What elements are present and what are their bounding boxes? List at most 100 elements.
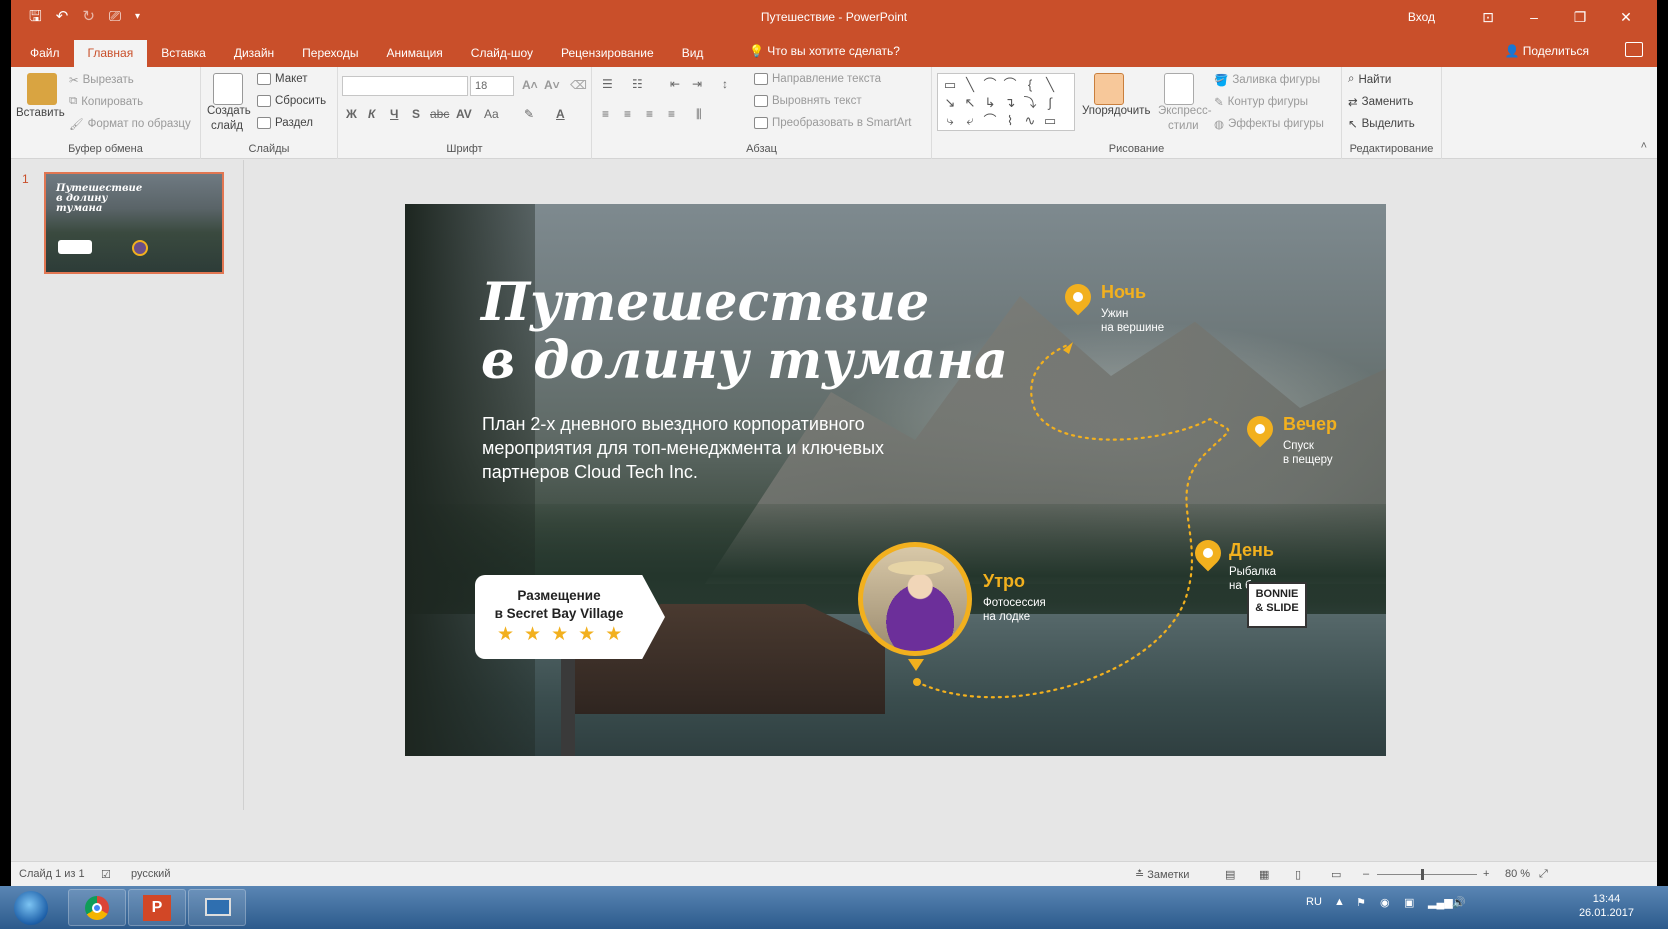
bullets-icon[interactable]: ☰ [602,77,613,91]
volume-icon[interactable]: 🔊 [1452,896,1466,909]
start-button-icon[interactable] [14,891,48,925]
shape-connector-icon[interactable]: ⤷ [940,112,960,130]
replace-button[interactable]: ⇄ Заменить [1348,95,1413,109]
align-right-icon[interactable]: ≡ [646,107,653,121]
increase-indent-icon[interactable]: ⇥ [692,77,702,91]
sorter-view-icon[interactable]: ▦ [1259,868,1269,881]
slide-title[interactable]: Путешествие в долину тумана [481,274,1008,390]
quick-styles-button[interactable]: Экспресс- [1158,105,1212,117]
tab-transitions[interactable]: Переходы [288,40,372,67]
slide-subtitle[interactable]: План 2-х дневного выездного корпоративно… [482,412,962,484]
shape-line-icon[interactable]: ╲ [960,76,980,94]
normal-view-icon[interactable]: ▤ [1225,868,1235,881]
align-left-icon[interactable]: ≡ [602,107,609,121]
close-icon[interactable]: ✕ [1603,4,1649,30]
shape-freeform-icon[interactable]: ⌇ [1000,112,1020,130]
shape-connector2-icon[interactable]: ⤶ [960,112,980,130]
highlight-icon[interactable]: ✎ [524,107,534,121]
reading-view-icon[interactable]: ▯ [1295,868,1301,881]
justify-icon[interactable]: ≡ [668,107,675,121]
language-tray[interactable]: RU [1306,896,1322,908]
device-icon[interactable]: ▣ [1404,896,1414,909]
bold-button[interactable]: Ж [346,107,357,121]
shape-fill-button[interactable]: 🪣 Заливка фигуры [1214,73,1320,87]
zoom-level[interactable]: 80 % [1505,868,1530,880]
numbering-icon[interactable]: ☷ [632,77,643,91]
slide-thumbnail[interactable]: Путешествие в долину тумана [44,172,224,274]
italic-button[interactable]: К [368,107,375,121]
columns-icon[interactable]: ⫼ [696,107,702,122]
slideshow-view-icon[interactable]: ▭ [1331,868,1341,881]
tab-design[interactable]: Дизайн [220,40,288,67]
layout-button[interactable]: Макет [257,73,308,85]
tab-home[interactable]: Главная [73,40,148,67]
comments-icon[interactable] [1625,42,1643,57]
zoom-in-icon[interactable]: + [1483,868,1489,880]
shape-arc2-icon[interactable]: ⌒ [980,112,1000,130]
arrange-button[interactable]: Упорядочить [1082,105,1150,117]
tell-me-box[interactable]: 💡 Что вы хотите сделать? [749,44,900,58]
signin-link[interactable]: Вход [1408,10,1435,24]
shadow-button[interactable]: S [412,107,420,121]
collapse-ribbon-icon[interactable]: ˄ [1641,140,1647,152]
shape-arrow-icon[interactable]: ↘ [940,94,960,112]
shape-elbow-icon[interactable]: ↳ [980,94,1000,112]
font-size-box[interactable]: 18 [470,76,514,96]
notes-button[interactable]: ≛ Заметки [1135,868,1189,881]
decrease-indent-icon[interactable]: ⇤ [670,77,680,91]
shape-outline-button[interactable]: ✎ Контур фигуры [1214,95,1308,109]
language-indicator[interactable]: русский [131,868,170,880]
shapes-gallery[interactable]: ▭ ╲ ⌒ ⌒{╲ ↘ ↖ ↳ ↴ ⤵ ∫ ⤷ ⤶ ⌒ ⌇ ∿ ▭ [937,73,1075,131]
shape-scribble-icon[interactable]: ∿ [1020,112,1040,130]
shape-curve-icon[interactable]: ⌒ [980,76,1000,94]
tab-insert[interactable]: Вставка [147,40,220,67]
tab-review[interactable]: Рецензирование [547,40,668,67]
minimize-icon[interactable]: – [1511,4,1557,30]
change-case-button[interactable]: Aa [484,107,499,121]
new-slide-dropdown[interactable]: слайд [211,120,243,132]
font-color-icon[interactable]: A [556,107,565,121]
shape-curve2-icon[interactable]: ∫ [1040,94,1060,112]
shape-elbow2-icon[interactable]: ↴ [1000,94,1020,112]
shape-brace-icon[interactable]: { [1020,76,1040,94]
line-spacing-icon[interactable]: ↕ [722,77,728,91]
shrink-font-icon[interactable]: A˅ [544,78,560,92]
accommodation-card[interactable]: Размещение в Secret Bay Village ★ ★ ★ ★ … [475,575,665,659]
copy-button[interactable]: ⧉ Копировать [69,95,143,108]
shape-slash-icon[interactable]: ╲ [1040,76,1060,94]
shape-arc-icon[interactable]: ⌒ [1000,76,1020,94]
tab-view[interactable]: Вид [668,40,718,67]
new-slide-button[interactable]: Создать [207,105,251,117]
fit-slide-icon[interactable]: ⤢ [1539,868,1548,881]
char-spacing-button[interactable]: AV [456,107,472,121]
smartart-button[interactable]: Преобразовать в SmartArt [754,117,912,129]
paste-button[interactable]: Вставить [16,107,65,119]
clock[interactable]: 13:44 26.01.2017 [1579,892,1634,920]
spellcheck-icon[interactable]: ☑ [101,868,111,881]
slide-canvas[interactable]: Путешествие в долину тумана План 2-х дне… [405,204,1386,756]
tab-animation[interactable]: Анимация [372,40,456,67]
select-button[interactable]: ↖ Выделить [1348,117,1415,131]
shape-effects-button[interactable]: ◍ Эффекты фигуры [1214,117,1324,131]
shape-rect-icon[interactable]: ▭ [940,76,960,94]
reset-button[interactable]: Сбросить [257,95,326,107]
cut-button[interactable]: ✂ Вырезать [69,73,134,87]
morning-photo[interactable] [858,542,972,656]
clear-format-icon[interactable]: ⌫ [570,78,587,92]
font-name-box[interactable] [342,76,468,96]
network-taskbar-button[interactable] [188,889,246,926]
underline-button[interactable]: Ч [390,107,398,121]
zoom-out-icon[interactable]: – [1363,868,1369,880]
tab-slideshow[interactable]: Слайд-шоу [457,40,547,67]
shape-arrow2-icon[interactable]: ↖ [960,94,980,112]
ribbon-display-icon[interactable]: ⊡ [1465,4,1511,30]
tab-file[interactable]: Файл [16,40,74,67]
chrome-taskbar-button[interactable] [68,889,126,926]
align-center-icon[interactable]: ≡ [624,107,631,121]
shape-elbow3-icon[interactable]: ⤵ [1020,94,1040,112]
shape-box-icon[interactable]: ▭ [1040,112,1060,130]
quick-styles-dropdown[interactable]: стили [1168,120,1199,132]
zoom-slider[interactable] [1377,869,1477,880]
find-button[interactable]: ⌕ Найти [1348,73,1391,86]
share-button[interactable]: 👤 Поделиться [1504,44,1589,58]
